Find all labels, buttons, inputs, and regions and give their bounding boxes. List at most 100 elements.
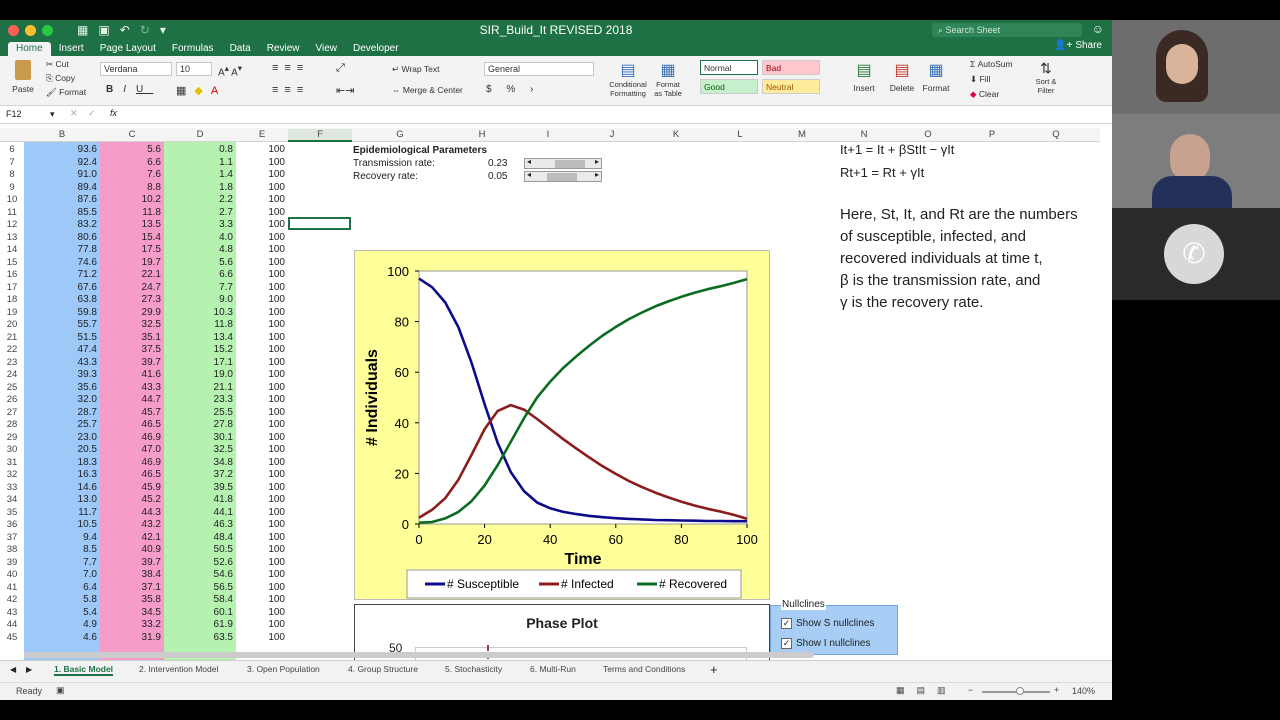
sheet-tab-terms[interactable]: Terms and Conditions	[603, 664, 685, 674]
cell-b[interactable]: 4.6	[24, 632, 100, 645]
cell-c[interactable]: 45.7	[100, 407, 164, 420]
cell-b[interactable]: 59.8	[24, 307, 100, 320]
cell-c[interactable]: 38.4	[100, 569, 164, 582]
cell-e[interactable]: 100	[236, 619, 288, 632]
cell-e[interactable]: 100	[236, 169, 288, 182]
function-icon[interactable]: fx	[110, 108, 117, 118]
row-number[interactable]: 15	[0, 257, 24, 268]
style-normal[interactable]: Normal	[700, 60, 758, 75]
zoom-slider-thumb[interactable]	[1016, 687, 1024, 695]
cell-d[interactable]: 58.4	[164, 594, 236, 607]
row-number[interactable]: 27	[0, 407, 24, 418]
cell-c[interactable]: 44.7	[100, 394, 164, 407]
cell-c[interactable]: 46.5	[100, 419, 164, 432]
cell-b[interactable]: 9.4	[24, 532, 100, 545]
cell-c[interactable]: 41.6	[100, 369, 164, 382]
cell-e[interactable]: 100	[236, 244, 288, 257]
cell-b[interactable]: 13.0	[24, 494, 100, 507]
row-number[interactable]: 23	[0, 357, 24, 368]
cell-d[interactable]: 10.3	[164, 307, 236, 320]
font-name-select[interactable]: Verdana	[100, 62, 172, 76]
sheet-tab-intervention-model[interactable]: 2. Intervention Model	[139, 664, 218, 674]
font-size-controls[interactable]: A▴ A▾	[218, 63, 242, 78]
cell-c[interactable]: 6.6	[100, 157, 164, 170]
row-number[interactable]: 14	[0, 244, 24, 255]
cell-b[interactable]: 51.5	[24, 332, 100, 345]
clear-button[interactable]: ◆ Clear	[970, 89, 999, 100]
row-number[interactable]: 13	[0, 232, 24, 243]
cell-c[interactable]: 7.6	[100, 169, 164, 182]
style-bad[interactable]: Bad	[762, 60, 820, 75]
cell-d[interactable]: 2.7	[164, 207, 236, 220]
cell-c[interactable]: 31.9	[100, 632, 164, 645]
cell-d[interactable]: 48.4	[164, 532, 236, 545]
scroll-left-icon[interactable]: ◂	[527, 157, 531, 166]
cell-c[interactable]: 39.7	[100, 357, 164, 370]
recovery-scrollbar[interactable]: ◂ ▸	[524, 170, 602, 182]
column-header[interactable]: F	[288, 129, 352, 142]
autosum-button[interactable]: Σ AutoSum	[970, 59, 1013, 69]
sheet-tab-open-population[interactable]: 3. Open Population	[247, 664, 320, 674]
cell-b[interactable]: 80.6	[24, 232, 100, 245]
cell-e[interactable]: 100	[236, 582, 288, 595]
cell-d[interactable]: 5.6	[164, 257, 236, 270]
cell-d[interactable]: 23.3	[164, 394, 236, 407]
cell-c[interactable]: 44.3	[100, 507, 164, 520]
row-number[interactable]: 35	[0, 507, 24, 518]
view-mode-icons[interactable]: ▦▤▥	[896, 685, 958, 696]
cell-e[interactable]: 100	[236, 182, 288, 195]
cell-e[interactable]: 100	[236, 544, 288, 557]
redo-icon[interactable]: ↻	[140, 23, 150, 37]
column-header[interactable]: E	[236, 129, 288, 140]
row-number[interactable]: 26	[0, 394, 24, 405]
cell-d[interactable]: 63.5	[164, 632, 236, 645]
save-icon[interactable]: ▣	[98, 23, 109, 37]
cell-d[interactable]: 41.8	[164, 494, 236, 507]
cell-b[interactable]: 20.5	[24, 444, 100, 457]
cell-d[interactable]: 7.7	[164, 282, 236, 295]
row-number[interactable]: 18	[0, 294, 24, 305]
column-header[interactable]: Q	[1024, 129, 1088, 140]
cell-e[interactable]: 100	[236, 344, 288, 357]
cell-b[interactable]: 89.4	[24, 182, 100, 195]
cell-d[interactable]: 3.3	[164, 219, 236, 232]
column-header[interactable]: K	[644, 129, 708, 140]
cell-c[interactable]: 5.6	[100, 144, 164, 157]
search-sheet-input[interactable]: ⌕ Search Sheet	[932, 23, 1082, 37]
cell-d[interactable]: 56.5	[164, 582, 236, 595]
cell-d[interactable]: 13.4	[164, 332, 236, 345]
fill-button[interactable]: ⬇ Fill	[970, 74, 990, 85]
sir-chart[interactable]: 0 20 40 60 80 100 0 20 40 60 80 100 Time # Individual…	[354, 250, 770, 600]
cell-b[interactable]: 92.4	[24, 157, 100, 170]
row-number[interactable]: 22	[0, 344, 24, 355]
sheet-tab-group-structure[interactable]: 4. Group Structure	[348, 664, 418, 674]
cell-d[interactable]: 11.8	[164, 319, 236, 332]
insert-cells-button[interactable]: ▤ Insert	[848, 60, 880, 93]
cell-b[interactable]: 11.7	[24, 507, 100, 520]
row-number[interactable]: 16	[0, 269, 24, 280]
cell-c[interactable]: 13.5	[100, 219, 164, 232]
cell-c[interactable]: 19.7	[100, 257, 164, 270]
cell-d[interactable]: 30.1	[164, 432, 236, 445]
row-number[interactable]: 42	[0, 594, 24, 605]
cell-c[interactable]: 39.7	[100, 557, 164, 570]
tab-page-layout[interactable]: Page Layout	[92, 42, 164, 56]
cell-c[interactable]: 43.2	[100, 519, 164, 532]
cell-b[interactable]: 85.5	[24, 207, 100, 220]
scroll-right-icon[interactable]: ▸	[595, 157, 599, 166]
merge-center-button[interactable]: ⇔ Merge & Center	[392, 85, 463, 95]
row-number[interactable]: 8	[0, 169, 24, 180]
font-size-select[interactable]: 10	[176, 62, 212, 76]
cell-e[interactable]: 100	[236, 294, 288, 307]
row-number[interactable]: 25	[0, 382, 24, 393]
cell-e[interactable]: 100	[236, 507, 288, 520]
cell-c[interactable]: 37.5	[100, 344, 164, 357]
cell-c[interactable]: 45.2	[100, 494, 164, 507]
cell-d[interactable]: 25.5	[164, 407, 236, 420]
undo-icon[interactable]: ↶	[120, 23, 130, 37]
cell-c[interactable]: 27.3	[100, 294, 164, 307]
cell-e[interactable]: 100	[236, 557, 288, 570]
phone-call-button[interactable]: ✆	[1164, 224, 1224, 284]
row-number[interactable]: 6	[0, 144, 24, 155]
cell-e[interactable]: 100	[236, 607, 288, 620]
